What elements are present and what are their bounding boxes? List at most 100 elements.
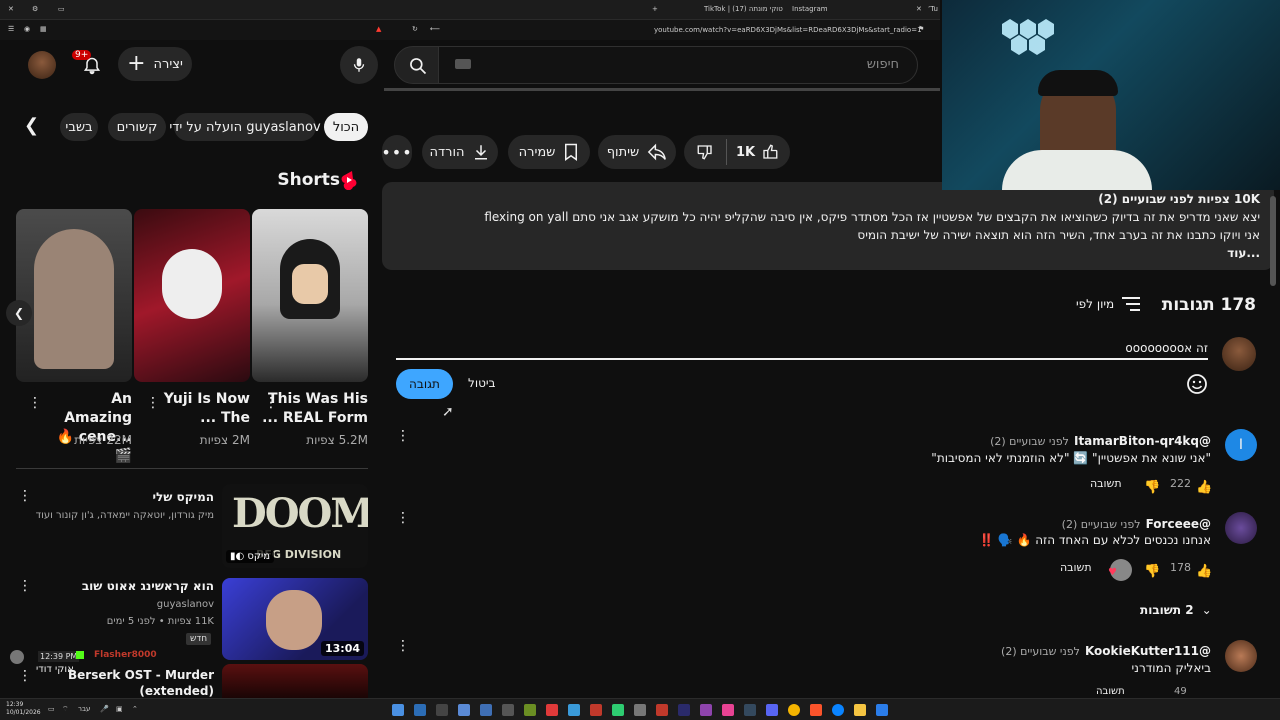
comment-author[interactable]: @KookieKutter111	[1085, 644, 1211, 658]
more-vert-icon[interactable]: ⋮	[396, 638, 410, 654]
user-avatar[interactable]	[28, 51, 56, 79]
reload-icon[interactable]: ↻	[412, 25, 418, 33]
app-icon[interactable]	[458, 704, 470, 716]
comment-author[interactable]: @Forceee	[1146, 517, 1211, 531]
app-icon-chrome[interactable]	[788, 704, 800, 716]
download-button[interactable]: הורדה	[422, 135, 498, 169]
grid-icon[interactable]: ▦	[40, 25, 47, 33]
short-title[interactable]: An Amazing ...cene 🔥 🎬	[40, 390, 132, 466]
more-vert-icon[interactable]: ⋮	[18, 578, 32, 594]
app-icon[interactable]	[568, 704, 580, 716]
recommended-title[interactable]: הוא קראשינג אאוט שוב	[40, 579, 214, 593]
app-icon[interactable]	[502, 704, 514, 716]
language-indicator[interactable]: עבר	[78, 705, 90, 713]
shorts-prev-button[interactable]: ❮	[6, 300, 32, 326]
tab-youtube[interactable]: ’Tu	[928, 5, 938, 13]
like-comment-button[interactable]: 👍	[1196, 560, 1212, 579]
more-actions-button[interactable]: •••	[381, 135, 412, 169]
chat-icon[interactable]: ▭	[48, 705, 55, 713]
dislike-button[interactable]	[696, 143, 714, 165]
keyboard-icon[interactable]	[455, 59, 471, 69]
app-icon-discord[interactable]	[766, 704, 778, 716]
commenter-avatar[interactable]: I	[1225, 429, 1257, 461]
app-icon[interactable]	[656, 704, 668, 716]
minimize-icon[interactable]: ▭	[58, 5, 65, 13]
app-icon[interactable]	[612, 704, 624, 716]
save-button[interactable]: שמירה	[508, 135, 590, 169]
app-icon[interactable]	[480, 704, 492, 716]
search-button[interactable]	[394, 46, 440, 84]
more-vert-icon[interactable]: ⋮	[396, 510, 410, 526]
more-vert-icon[interactable]: ⋮	[18, 488, 32, 504]
create-button[interactable]: + יצירה	[118, 47, 192, 81]
app-icon-steam[interactable]	[392, 704, 404, 716]
app-icon-minecraft[interactable]	[524, 704, 536, 716]
more-vert-icon[interactable]: ⋮	[264, 395, 278, 411]
commenter-avatar[interactable]	[1225, 640, 1257, 672]
mic-tray-icon[interactable]: 🎤	[100, 705, 109, 713]
wifi-icon[interactable]: ⌔	[62, 705, 69, 714]
recommended-title[interactable]: המיקס שלי	[40, 490, 214, 504]
share-button[interactable]: שיתוף	[598, 135, 676, 169]
notifications-button[interactable]: 9+	[72, 50, 104, 78]
sort-button[interactable]: מיון לפי	[1076, 294, 1141, 314]
menu-icon[interactable]: ☰	[8, 25, 14, 33]
comment-input[interactable]: זה אoooooooo	[396, 340, 1208, 360]
chip-all[interactable]: הכול	[324, 113, 368, 141]
view-replies-button[interactable]: 2 תשובות ⌄	[1140, 601, 1212, 619]
chevron-left-icon[interactable]: ❮	[24, 115, 48, 139]
more-vert-icon[interactable]: ⋮	[18, 668, 32, 684]
dislike-comment-button[interactable]: 👎	[1144, 560, 1160, 579]
more-vert-icon[interactable]: ⋮	[28, 395, 42, 411]
scrollbar-thumb[interactable]	[1270, 196, 1276, 286]
back-icon[interactable]: ⟵	[430, 25, 440, 33]
video-description[interactable]: 10K צפיות לפני שבועיים (2) יצא שאני מדרי…	[382, 182, 1274, 270]
recommended-thumbnail[interactable]: DOOM BFG DIVISION ▮◐ מיקס	[222, 484, 368, 568]
chevron-up-icon[interactable]: ⌃	[132, 705, 138, 713]
submit-comment-button[interactable]: תגובה	[396, 369, 453, 399]
like-button[interactable]: 1K	[736, 135, 779, 169]
tab-instagram[interactable]: Instagram	[792, 5, 828, 13]
show-more-link[interactable]: ...עוד	[396, 244, 1260, 262]
chip-bashvi[interactable]: בשבי	[60, 113, 98, 141]
short-thumbnail[interactable]	[252, 209, 368, 382]
tab-tiktok[interactable]: TikTok | (17) טוקי מונתה	[704, 5, 783, 13]
app-icon[interactable]	[722, 704, 734, 716]
dislike-comment-button[interactable]: 👎	[1144, 476, 1160, 495]
app-icon[interactable]	[744, 704, 756, 716]
short-thumbnail[interactable]	[134, 209, 250, 382]
app-icon-edge[interactable]	[832, 704, 844, 716]
network-icon[interactable]: ▣	[116, 705, 123, 713]
app-icon[interactable]	[546, 704, 558, 716]
app-icon-brave[interactable]	[810, 704, 822, 716]
url-bar[interactable]: youtube.com/watch?v=eaRD6X3DjMs&list=RDe…	[654, 26, 922, 34]
commenter-avatar[interactable]	[1225, 512, 1257, 544]
app-icon-chatgpt[interactable]	[634, 704, 646, 716]
comment-author[interactable]: @ItamarBiton-qr4kq	[1074, 434, 1211, 448]
cancel-button[interactable]: ביטול	[468, 376, 496, 390]
app-icon[interactable]	[590, 704, 602, 716]
short-thumbnail[interactable]	[16, 209, 132, 382]
app-icon-explorer[interactable]	[854, 704, 866, 716]
reply-button[interactable]: תשובה	[1096, 686, 1125, 697]
window-close-icon[interactable]: ✕	[8, 5, 14, 13]
more-vert-icon[interactable]: ⋮	[396, 428, 410, 444]
bookmark-icon[interactable]: ⚑	[918, 25, 924, 33]
shield-icon[interactable]: ◉	[24, 25, 30, 33]
reply-button[interactable]: תשובה	[1090, 477, 1122, 490]
app-icon-premiere[interactable]	[678, 704, 690, 716]
like-comment-button[interactable]: 👍	[1196, 476, 1212, 495]
app-icon-obs[interactable]	[436, 704, 448, 716]
reply-button[interactable]: תשובה	[1060, 561, 1092, 574]
chip-uploaded-by[interactable]: הועלה על ידי guyaslanov	[169, 113, 321, 141]
chip-related[interactable]: קשורים	[108, 113, 166, 141]
app-icon-vscode[interactable]	[414, 704, 426, 716]
emoji-button[interactable]	[1186, 373, 1208, 395]
new-tab-icon[interactable]: +	[652, 5, 658, 13]
search-input[interactable]: חיפוש	[438, 46, 918, 84]
settings-icon[interactable]: ⚙	[32, 5, 38, 13]
app-icon[interactable]	[700, 704, 712, 716]
voice-search-button[interactable]	[340, 46, 378, 84]
short-title[interactable]: Yuji Is Now The ...	[158, 390, 250, 428]
recommended-thumbnail[interactable]: 13:04	[222, 578, 368, 660]
